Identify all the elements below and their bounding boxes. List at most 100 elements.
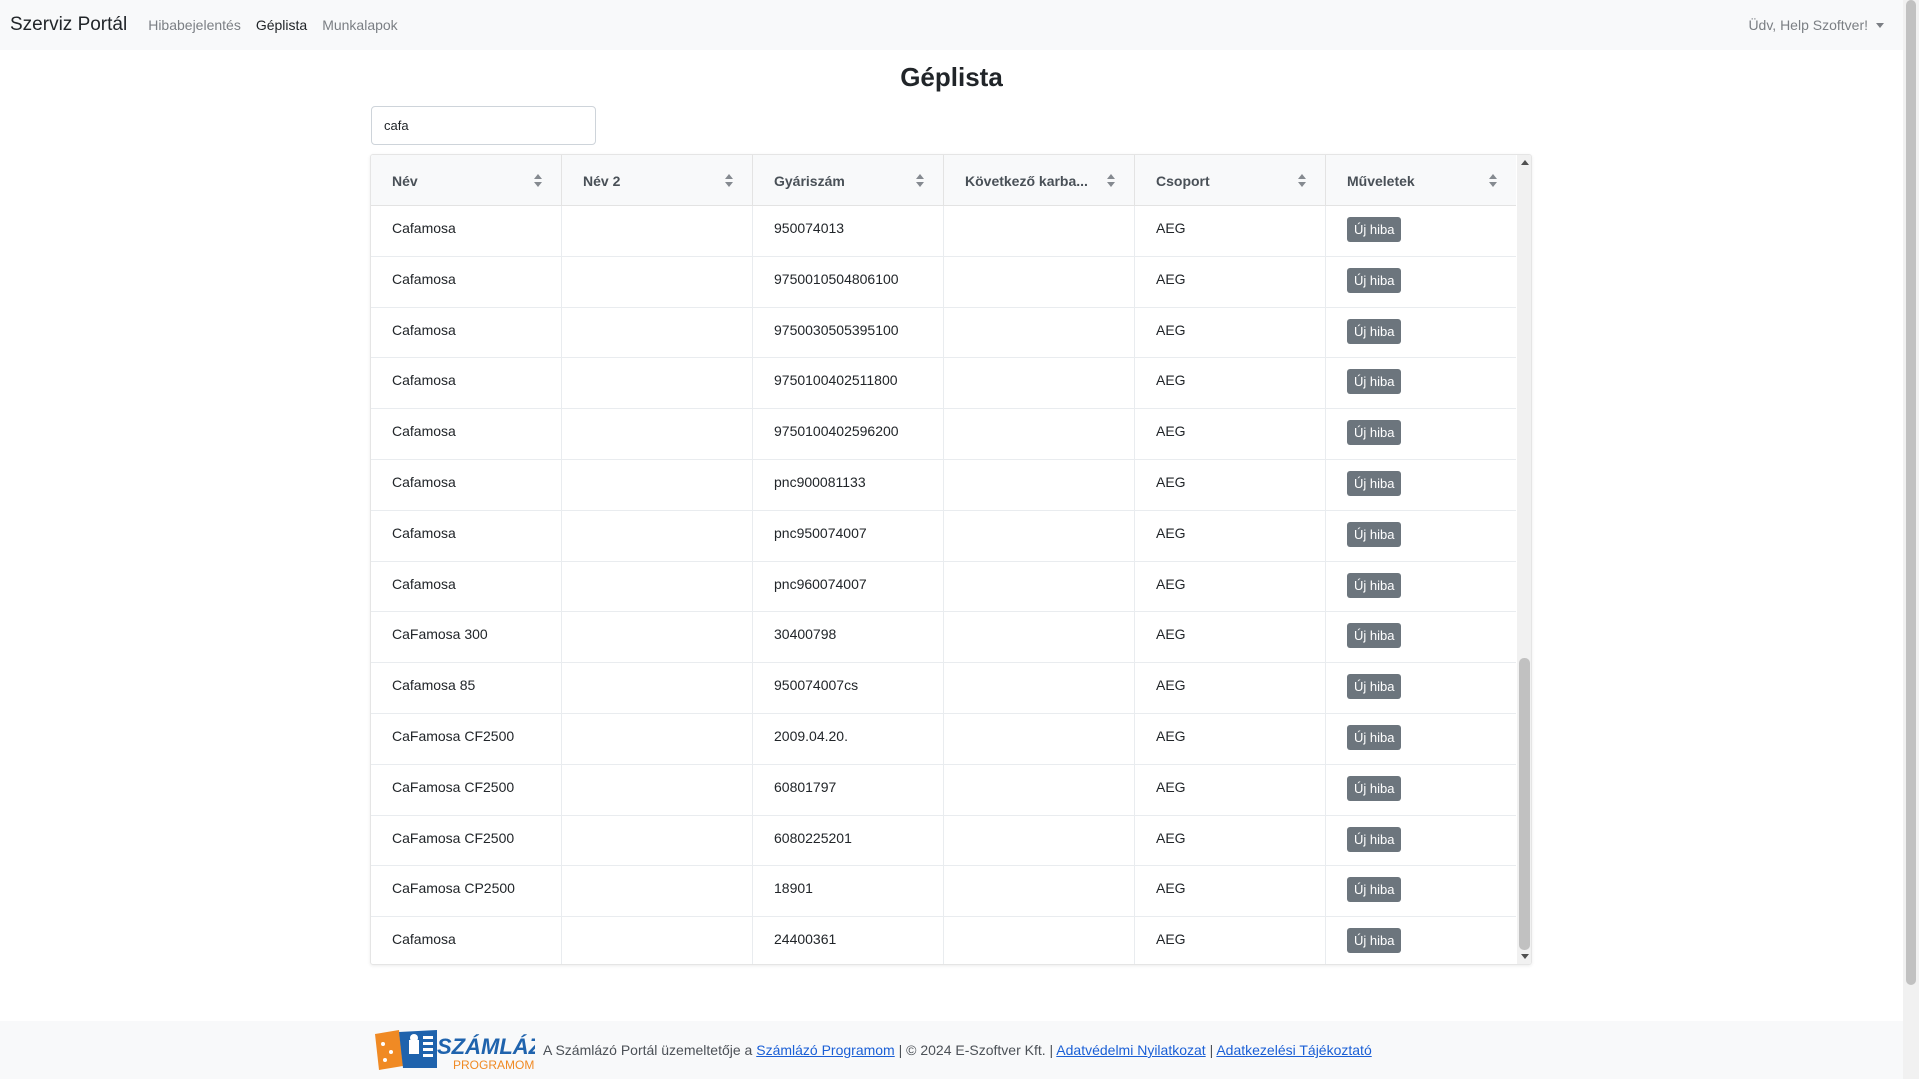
header-label: Gyáriszám bbox=[774, 172, 845, 189]
new-fault-button[interactable]: Új hiba bbox=[1347, 420, 1402, 446]
header-col-kovetkezo[interactable]: Következő karba... bbox=[944, 155, 1135, 206]
cell-nev: Cafamosa bbox=[371, 459, 562, 510]
cell-kovetkezo bbox=[944, 815, 1135, 866]
scroll-down-icon[interactable] bbox=[1521, 954, 1529, 959]
cell-kovetkezo bbox=[944, 256, 1135, 307]
cell-kovetkezo bbox=[944, 358, 1135, 409]
header-col-nev[interactable]: Név bbox=[371, 155, 562, 206]
cell-nev2 bbox=[562, 866, 753, 917]
header-col-nev2[interactable]: Név 2 bbox=[562, 155, 753, 206]
sort-icon[interactable] bbox=[1107, 174, 1115, 187]
cell-kovetkezo bbox=[944, 459, 1135, 510]
cell-nev: CaFamosa CF2500 bbox=[371, 764, 562, 815]
brand-link[interactable]: Szerviz Portál bbox=[10, 14, 127, 36]
new-fault-button[interactable]: Új hiba bbox=[1347, 521, 1402, 547]
new-fault-button[interactable]: Új hiba bbox=[1347, 318, 1402, 344]
page-scrollbar-thumb[interactable] bbox=[1906, 0, 1916, 985]
logo-text: SZÁMLÁZÓ bbox=[437, 1034, 535, 1059]
header-col-muveletek[interactable]: Műveletek bbox=[1326, 155, 1516, 206]
table-row: CaFamosa CF2500 60801797 AEG Új hiba bbox=[371, 764, 1516, 816]
table-row: CaFamosa CF2500 6080225201 AEG Új hiba bbox=[371, 815, 1516, 867]
cell-nev: Cafamosa 85 bbox=[371, 663, 562, 713]
table-scrollbar-thumb[interactable] bbox=[1519, 658, 1530, 950]
user-menu-dropdown[interactable]: Üdv, Help Szoftver! bbox=[1748, 17, 1884, 33]
new-fault-button[interactable]: Új hiba bbox=[1347, 928, 1402, 954]
new-fault-button[interactable]: Új hiba bbox=[1347, 623, 1402, 649]
sort-icon[interactable] bbox=[1489, 174, 1497, 187]
cell-kovetkezo bbox=[944, 409, 1135, 459]
cell-nev: Cafamosa bbox=[371, 409, 562, 459]
header-col-csoport[interactable]: Csoport bbox=[1135, 155, 1326, 206]
new-fault-button[interactable]: Új hiba bbox=[1347, 572, 1402, 598]
scroll-up-icon[interactable] bbox=[1521, 160, 1529, 165]
szamlazo-logo: SZÁMLÁZÓ PROGRAMOM bbox=[375, 1030, 535, 1072]
new-fault-button[interactable]: Új hiba bbox=[1347, 674, 1402, 700]
nav-munkalapok[interactable]: Munkalapok bbox=[322, 17, 398, 33]
footer-separator: | bbox=[1205, 1042, 1217, 1058]
table-row: Cafamosa 9750010504806100 AEG Új hiba bbox=[371, 256, 1516, 308]
caret-down-icon bbox=[1876, 22, 1884, 28]
privacy-statement-link[interactable]: Adatvédelmi Nyilatkozat bbox=[1056, 1042, 1205, 1058]
cell-nev: Cafamosa bbox=[371, 510, 562, 561]
cell-kovetkezo bbox=[944, 307, 1135, 358]
header-label: Név 2 bbox=[583, 172, 621, 189]
table-scrollbar[interactable] bbox=[1517, 155, 1531, 964]
sort-icon[interactable] bbox=[725, 174, 733, 187]
cell-nev: Cafamosa bbox=[371, 206, 562, 256]
cell-gyariszam: 9750030505395100 bbox=[753, 307, 944, 358]
cell-nev: CaFamosa 300 bbox=[371, 612, 562, 663]
table-row: CaFamosa CF2500 2009.04.20. AEG Új hiba bbox=[371, 713, 1516, 765]
new-fault-button[interactable]: Új hiba bbox=[1347, 369, 1402, 395]
cell-csoport: AEG bbox=[1135, 561, 1326, 612]
cell-csoport: AEG bbox=[1135, 764, 1326, 815]
table-row: Cafamosa 9750100402511800 AEG Új hiba bbox=[371, 358, 1516, 410]
cell-actions: Új hiba bbox=[1326, 866, 1516, 916]
new-fault-button[interactable]: Új hiba bbox=[1347, 826, 1402, 852]
new-fault-button[interactable]: Új hiba bbox=[1347, 470, 1402, 496]
cell-gyariszam: 9750100402596200 bbox=[753, 409, 944, 459]
machine-table: Név Név 2 Gyáriszám Következő karba... Csopo… bbox=[370, 154, 1532, 965]
cell-nev2 bbox=[562, 815, 753, 866]
cell-gyariszam: 18901 bbox=[753, 866, 944, 917]
new-fault-button[interactable]: Új hiba bbox=[1347, 267, 1402, 293]
nav-hibabejelentes[interactable]: Hibabejelentés bbox=[148, 17, 241, 33]
cell-actions: Új hiba bbox=[1326, 511, 1516, 561]
cell-kovetkezo bbox=[944, 510, 1135, 561]
cell-nev: CaFamosa CF2500 bbox=[371, 815, 562, 866]
cell-nev: Cafamosa bbox=[371, 561, 562, 612]
cell-nev2 bbox=[562, 510, 753, 561]
page-scrollbar[interactable] bbox=[1903, 0, 1919, 1079]
szamlazo-programom-link[interactable]: Számlázó Programom bbox=[756, 1042, 895, 1058]
footer: SZÁMLÁZÓ PROGRAMOM A Számlázó Portál üze… bbox=[0, 1021, 1903, 1079]
cell-gyariszam: 6080225201 bbox=[753, 815, 944, 866]
cell-csoport: AEG bbox=[1135, 459, 1326, 510]
new-fault-button[interactable]: Új hiba bbox=[1347, 724, 1402, 750]
cell-gyariszam: 24400361 bbox=[753, 917, 944, 964]
table-row: Cafamosa 85 950074007cs AEG Új hiba bbox=[371, 663, 1516, 714]
footer-text: A Számlázó Portál üzemeltetője a Számláz… bbox=[543, 1042, 1372, 1058]
cell-kovetkezo bbox=[944, 764, 1135, 815]
cell-actions: Új hiba bbox=[1326, 257, 1516, 307]
sort-icon[interactable] bbox=[1298, 174, 1306, 187]
cell-gyariszam: 950074013 bbox=[753, 206, 944, 256]
cell-actions: Új hiba bbox=[1326, 663, 1516, 713]
new-fault-button[interactable]: Új hiba bbox=[1347, 877, 1402, 903]
header-label: Név bbox=[392, 172, 418, 189]
cell-nev: Cafamosa bbox=[371, 307, 562, 358]
cell-kovetkezo bbox=[944, 206, 1135, 256]
data-handling-link[interactable]: Adatkezelési Tájékoztató bbox=[1216, 1042, 1371, 1058]
footer-text-operator: A Számlázó Portál üzemeltetője a bbox=[543, 1042, 757, 1058]
page-title: Géplista bbox=[900, 62, 1003, 92]
cell-kovetkezo bbox=[944, 713, 1135, 764]
cell-csoport: AEG bbox=[1135, 713, 1326, 764]
cell-actions: Új hiba bbox=[1326, 562, 1516, 612]
new-fault-button[interactable]: Új hiba bbox=[1347, 775, 1402, 801]
new-fault-button[interactable]: Új hiba bbox=[1347, 217, 1402, 242]
sort-icon[interactable] bbox=[534, 174, 542, 187]
cell-nev2 bbox=[562, 409, 753, 459]
table-row: Cafamosa 950074013 AEG Új hiba bbox=[371, 206, 1516, 257]
nav-geplista[interactable]: Géplista bbox=[256, 17, 307, 33]
search-input[interactable] bbox=[371, 106, 596, 145]
header-col-gyariszam[interactable]: Gyáriszám bbox=[753, 155, 944, 206]
sort-icon[interactable] bbox=[916, 174, 924, 187]
